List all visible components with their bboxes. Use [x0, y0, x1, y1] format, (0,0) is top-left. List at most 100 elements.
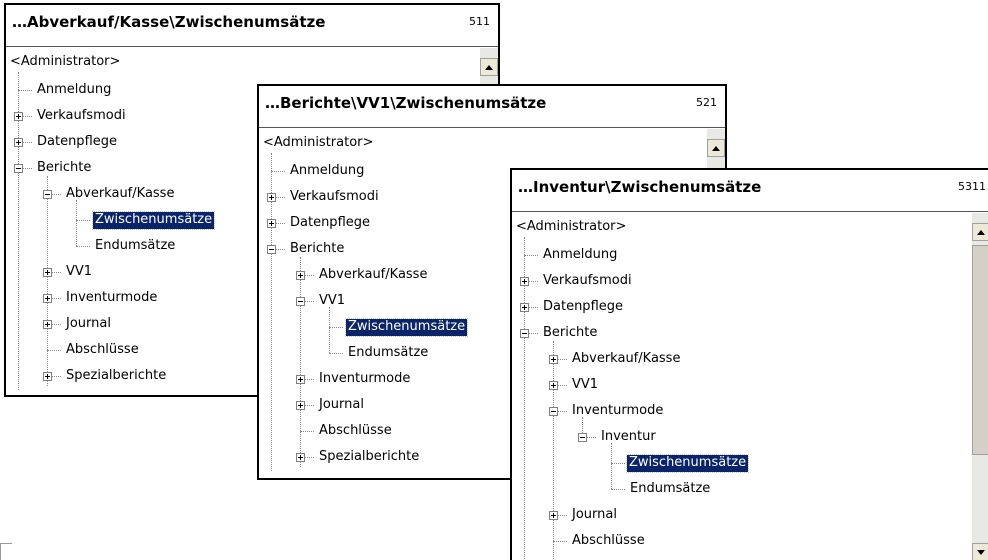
minus-box-icon[interactable] [520, 329, 529, 338]
tree-connector [553, 341, 554, 560]
tree-item-endumsaetze[interactable]: Endumsätze [630, 481, 710, 498]
plus-box-icon[interactable] [549, 381, 558, 390]
scrollbar-thumb[interactable] [972, 245, 988, 455]
plus-box-icon[interactable] [267, 219, 276, 228]
tree-connector [611, 489, 625, 490]
tree-item-journal[interactable]: Journal [572, 507, 617, 524]
minus-box-icon[interactable] [43, 190, 52, 199]
window-header: …Inventur\Zwischenumsätze 5311 [512, 170, 988, 212]
window-header: …Abverkauf/Kasse\Zwischenumsätze 511 [6, 5, 498, 47]
tree-connector [553, 541, 567, 542]
window-number: 511 [469, 15, 490, 28]
tree-item-zwischenumsaetze-selected[interactable]: Zwischenumsätze [625, 454, 750, 473]
tree-item-endumsaetze[interactable]: Endumsätze [95, 238, 175, 255]
tree-item-verkaufsmodi[interactable]: Verkaufsmodi [290, 189, 379, 206]
plus-box-icon[interactable] [296, 453, 305, 462]
tree-item-verkaufsmodi[interactable]: Verkaufsmodi [543, 273, 632, 290]
scrollbar[interactable] [972, 213, 988, 560]
arrow-down-icon[interactable] [972, 543, 988, 560]
tree-connector [271, 171, 285, 172]
plus-box-icon[interactable] [520, 303, 529, 312]
tree-item-abverkauf-kasse[interactable]: Abverkauf/Kasse [319, 267, 427, 284]
minus-box-icon[interactable] [578, 433, 587, 442]
tree-item-abschluesse[interactable]: Abschlüsse [319, 423, 392, 440]
minus-box-icon[interactable] [549, 407, 558, 416]
plus-box-icon[interactable] [549, 511, 558, 520]
tree-connector [47, 176, 48, 386]
tree-item-anmeldung[interactable]: Anmeldung [37, 82, 111, 99]
tree-item-abverkauf-kasse[interactable]: Abverkauf/Kasse [66, 186, 174, 203]
plus-box-icon[interactable] [267, 193, 276, 202]
tree-root[interactable]: <Administrator> [516, 219, 626, 234]
minus-box-icon[interactable] [296, 297, 305, 306]
tree-connector [300, 257, 301, 467]
tree-item-vv1[interactable]: VV1 [66, 264, 92, 281]
tree-item-vv1[interactable]: VV1 [319, 293, 345, 310]
tree-item-datenpflege[interactable]: Datenpflege [290, 215, 370, 232]
tree-connector [76, 220, 90, 221]
tree-view[interactable]: <Administrator> Anmeldung Verkaufsmodi D… [512, 213, 988, 560]
tree-item-berichte[interactable]: Berichte [37, 160, 91, 177]
tree-item-inventurmode[interactable]: Inventurmode [66, 290, 157, 307]
window-title: …Abverkauf/Kasse\Zwischenumsätze [12, 13, 326, 31]
tree-item-abschluesse[interactable]: Abschlüsse [572, 533, 645, 550]
tree-connector [76, 246, 90, 247]
tree-connector [329, 353, 343, 354]
tree-item-vv1[interactable]: VV1 [572, 377, 598, 394]
window-number: 5311 [958, 180, 986, 193]
tree-item-inventurmode[interactable]: Inventurmode [319, 371, 410, 388]
window-number: 521 [696, 96, 717, 109]
tree-item-anmeldung[interactable]: Anmeldung [543, 247, 617, 264]
tree-item-datenpflege[interactable]: Datenpflege [543, 299, 623, 316]
window-5311: …Inventur\Zwischenumsätze 5311 <Administ… [510, 168, 988, 560]
plus-box-icon[interactable] [43, 268, 52, 277]
plus-box-icon[interactable] [549, 355, 558, 364]
tree-connector [611, 443, 612, 489]
tree-item-endumsaetze[interactable]: Endumsätze [348, 345, 428, 362]
arrow-up-icon[interactable] [480, 58, 498, 76]
tree-item-abschluesse[interactable]: Abschlüsse [66, 342, 139, 359]
tree-connector [47, 350, 61, 351]
tree-root[interactable]: <Administrator> [10, 54, 120, 69]
tree-item-anmeldung[interactable]: Anmeldung [290, 163, 364, 180]
tree-item-journal[interactable]: Journal [319, 397, 364, 414]
plus-box-icon[interactable] [296, 375, 305, 384]
tree-connector [76, 200, 77, 246]
tree-item-abverkauf-kasse[interactable]: Abverkauf/Kasse [572, 351, 680, 368]
tree-item-journal[interactable]: Journal [66, 316, 111, 333]
arrow-up-icon[interactable] [972, 223, 988, 241]
tree-item-verkaufsmodi[interactable]: Verkaufsmodi [37, 108, 126, 125]
plus-box-icon[interactable] [14, 138, 23, 147]
tree: <Administrator> Anmeldung Verkaufsmodi D… [512, 213, 988, 560]
tree-item-spezialberichte[interactable]: Spezialberichte [319, 449, 419, 466]
tree-connector [18, 90, 32, 91]
tree-item-datenpflege[interactable]: Datenpflege [37, 134, 117, 151]
arrow-up-icon[interactable] [707, 139, 725, 157]
window-header: …Berichte\VV1\Zwischenumsätze 521 [259, 86, 725, 128]
corner-fragment [0, 543, 12, 560]
minus-box-icon[interactable] [267, 245, 276, 254]
tree-connector [300, 431, 314, 432]
plus-box-icon[interactable] [296, 271, 305, 280]
tree-connector [329, 307, 330, 353]
plus-box-icon[interactable] [43, 320, 52, 329]
window-title: …Berichte\VV1\Zwischenumsätze [265, 94, 547, 112]
tree-item-inventur[interactable]: Inventur [601, 429, 656, 446]
tree-connector [524, 255, 538, 256]
tree-item-spezialberichte[interactable]: Spezialberichte [66, 368, 166, 385]
plus-box-icon[interactable] [520, 277, 529, 286]
plus-box-icon[interactable] [14, 112, 23, 121]
tree-root[interactable]: <Administrator> [263, 135, 373, 150]
tree-item-berichte[interactable]: Berichte [543, 325, 597, 342]
tree-connector [611, 463, 625, 464]
tree-item-zwischenumsaetze-selected[interactable]: Zwischenumsätze [344, 318, 469, 337]
plus-box-icon[interactable] [43, 294, 52, 303]
plus-box-icon[interactable] [43, 372, 52, 381]
tree-item-inventurmode[interactable]: Inventurmode [572, 403, 663, 420]
tree-item-zwischenumsaetze-selected[interactable]: Zwischenumsätze [91, 211, 216, 230]
window-title: …Inventur\Zwischenumsätze [518, 178, 762, 196]
tree-connector [329, 327, 343, 328]
plus-box-icon[interactable] [296, 401, 305, 410]
tree-item-berichte[interactable]: Berichte [290, 241, 344, 258]
minus-box-icon[interactable] [14, 164, 23, 173]
